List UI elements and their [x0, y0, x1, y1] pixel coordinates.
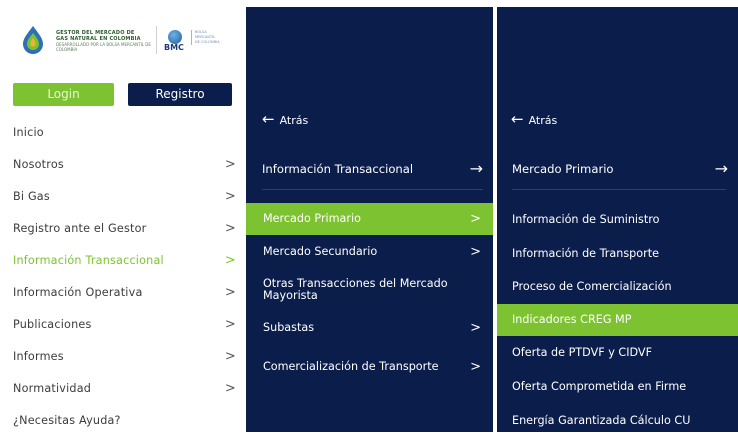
bmc-logo: BMC BOLSA MERCANTIL DE COLOMBIA: [164, 28, 224, 54]
submenu-item-oferta-comprometida[interactable]: Oferta Comprometida en Firme: [497, 370, 738, 404]
nav-item-label: Normatividad: [13, 382, 92, 395]
nav-item-publicaciones[interactable]: Publicaciones >: [0, 309, 246, 341]
nav-item-inicio[interactable]: Inicio: [0, 117, 246, 149]
nav-item-label: Información Operativa: [13, 286, 143, 299]
submenu-heading-label: Mercado Primario: [512, 162, 614, 176]
nav-item-label: ¿Necesitas Ayuda?: [13, 414, 121, 427]
submenu-item-mercado-primario[interactable]: Mercado Primario >: [246, 203, 493, 235]
chevron-right-icon: >: [224, 349, 236, 364]
chevron-right-icon: >: [470, 320, 481, 336]
submenu-item-label: Información de Transporte: [512, 246, 659, 260]
back-button[interactable]: ← Atrás: [511, 108, 557, 130]
submenu-item-comercializacion-transporte[interactable]: Comercialización de Transporte >: [246, 345, 493, 389]
bmc-side-line3: DE COLOMBIA: [195, 40, 220, 44]
nav-item-label: Registro ante el Gestor: [13, 222, 147, 235]
submenu-item-informacion-suministro[interactable]: Información de Suministro: [497, 203, 738, 237]
submenu-heading-label: Información Transaccional: [262, 162, 414, 176]
submenu-item-label: Otras Transacciones del Mercado Mayorist…: [263, 277, 448, 302]
chevron-right-icon: >: [224, 253, 236, 268]
logo-area: GESTOR DEL MERCADO DE GAS NATURAL EN COL…: [14, 20, 234, 62]
submenu-heading[interactable]: Información Transaccional →: [262, 150, 493, 188]
submenu-item-label: Proceso de Comercialización: [512, 280, 672, 293]
submenu-item-label: Subastas: [263, 321, 315, 334]
submenu-item-label: Oferta Comprometida en Firme: [512, 380, 687, 393]
submenu-item-label: Información de Suministro: [512, 213, 660, 226]
nav-item-informacion-operativa[interactable]: Información Operativa >: [0, 277, 246, 309]
bmc-globe-icon: [168, 30, 182, 44]
arrow-right-icon: →: [714, 159, 728, 178]
gestor-logo-text: GESTOR DEL MERCADO DE GAS NATURAL EN COL…: [56, 30, 152, 52]
arrow-left-icon: ←: [262, 110, 275, 128]
nav-item-label: Inicio: [13, 126, 44, 139]
chevron-right-icon: >: [224, 189, 236, 204]
chevron-right-icon: >: [224, 221, 236, 236]
nav-item-informacion-transaccional[interactable]: Información Transaccional >: [0, 245, 246, 277]
chevron-right-icon: >: [470, 211, 481, 227]
chevron-right-icon: >: [224, 381, 236, 396]
arrow-left-icon: ←: [511, 110, 524, 128]
nav-item-nosotros[interactable]: Nosotros >: [0, 149, 246, 181]
submenu-item-label: Comercialización de Transporte: [263, 360, 439, 373]
nav-item-label: Nosotros: [13, 158, 64, 171]
back-button[interactable]: ← Atrás: [262, 108, 308, 130]
back-label: Atrás: [528, 114, 558, 127]
submenu-item-energia-garantizada[interactable]: Energía Garantizada Cálculo CU: [497, 404, 738, 437]
chevron-right-icon: >: [224, 285, 236, 300]
submenu-heading[interactable]: Mercado Primario →: [512, 150, 738, 188]
logo-divider: [156, 26, 157, 54]
nav-item-label: Publicaciones: [13, 318, 92, 331]
submenu-panel-transaccional: ← Atrás Información Transaccional → Merca…: [246, 7, 493, 432]
submenu-item-informacion-transporte[interactable]: Información de Transporte: [497, 237, 738, 270]
nav-item-label: Información Transaccional: [13, 254, 164, 267]
submenu-list: Mercado Primario > Mercado Secundario > …: [246, 203, 493, 389]
main-nav-list: Inicio Nosotros > Bi Gas > Registro ante e…: [0, 117, 246, 437]
login-button[interactable]: Login: [13, 83, 114, 106]
submenu-item-label: Mercado Secundario: [263, 245, 378, 258]
nav-item-bi-gas[interactable]: Bi Gas >: [0, 181, 246, 213]
arrow-right-icon: →: [469, 159, 483, 178]
chevron-right-icon: >: [224, 157, 236, 172]
submenu-item-otras-transacciones[interactable]: Otras Transacciones del Mercado Mayorist…: [246, 269, 493, 311]
submenu-panel-mercado-primario: ← Atrás Mercado Primario → Información de…: [497, 7, 738, 432]
submenu-list: Información de Suministro Información de…: [497, 203, 738, 437]
back-label: Atrás: [279, 114, 309, 127]
submenu-item-label: Energía Garantizada Cálculo CU: [512, 413, 691, 427]
gas-drop-logo-icon: [23, 26, 43, 54]
gestor-logo-line3: DESARROLLADO POR LA BOLSA MERCANTIL DE C…: [56, 42, 151, 52]
divider: [262, 189, 483, 190]
nav-item-label: Bi Gas: [13, 190, 50, 203]
submenu-item-mercado-secundario[interactable]: Mercado Secundario >: [246, 235, 493, 269]
bmc-logo-word: BMC: [164, 43, 184, 52]
submenu-item-subastas[interactable]: Subastas >: [246, 311, 493, 345]
submenu-item-label: Oferta de PTDVF y CIDVF: [512, 346, 653, 359]
chevron-right-icon: >: [224, 317, 236, 332]
bmc-logo-side-text: BOLSA MERCANTIL DE COLOMBIA: [191, 30, 220, 45]
submenu-item-oferta-ptdvf-cidvf[interactable]: Oferta de PTDVF y CIDVF: [497, 336, 738, 370]
main-menu-panel: GESTOR DEL MERCADO DE GAS NATURAL EN COL…: [0, 0, 246, 432]
nav-item-informes[interactable]: Informes >: [0, 341, 246, 373]
chevron-right-icon: >: [470, 359, 481, 375]
nav-item-label: Informes: [13, 350, 64, 363]
nav-item-necesitas-ayuda[interactable]: ¿Necesitas Ayuda?: [0, 405, 246, 437]
nav-item-normatividad[interactable]: Normatividad >: [0, 373, 246, 405]
chevron-right-icon: >: [470, 244, 481, 260]
nav-item-registro-gestor[interactable]: Registro ante el Gestor >: [0, 213, 246, 245]
submenu-item-proceso-comercializacion[interactable]: Proceso de Comercialización: [497, 270, 738, 304]
divider: [512, 189, 726, 190]
submenu-item-indicadores-creg-mp[interactable]: Indicadores CREG MP: [497, 304, 738, 336]
registro-button[interactable]: Registro: [128, 83, 232, 106]
submenu-item-label: Mercado Primario: [263, 212, 361, 225]
submenu-item-label: Indicadores CREG MP: [512, 313, 632, 326]
